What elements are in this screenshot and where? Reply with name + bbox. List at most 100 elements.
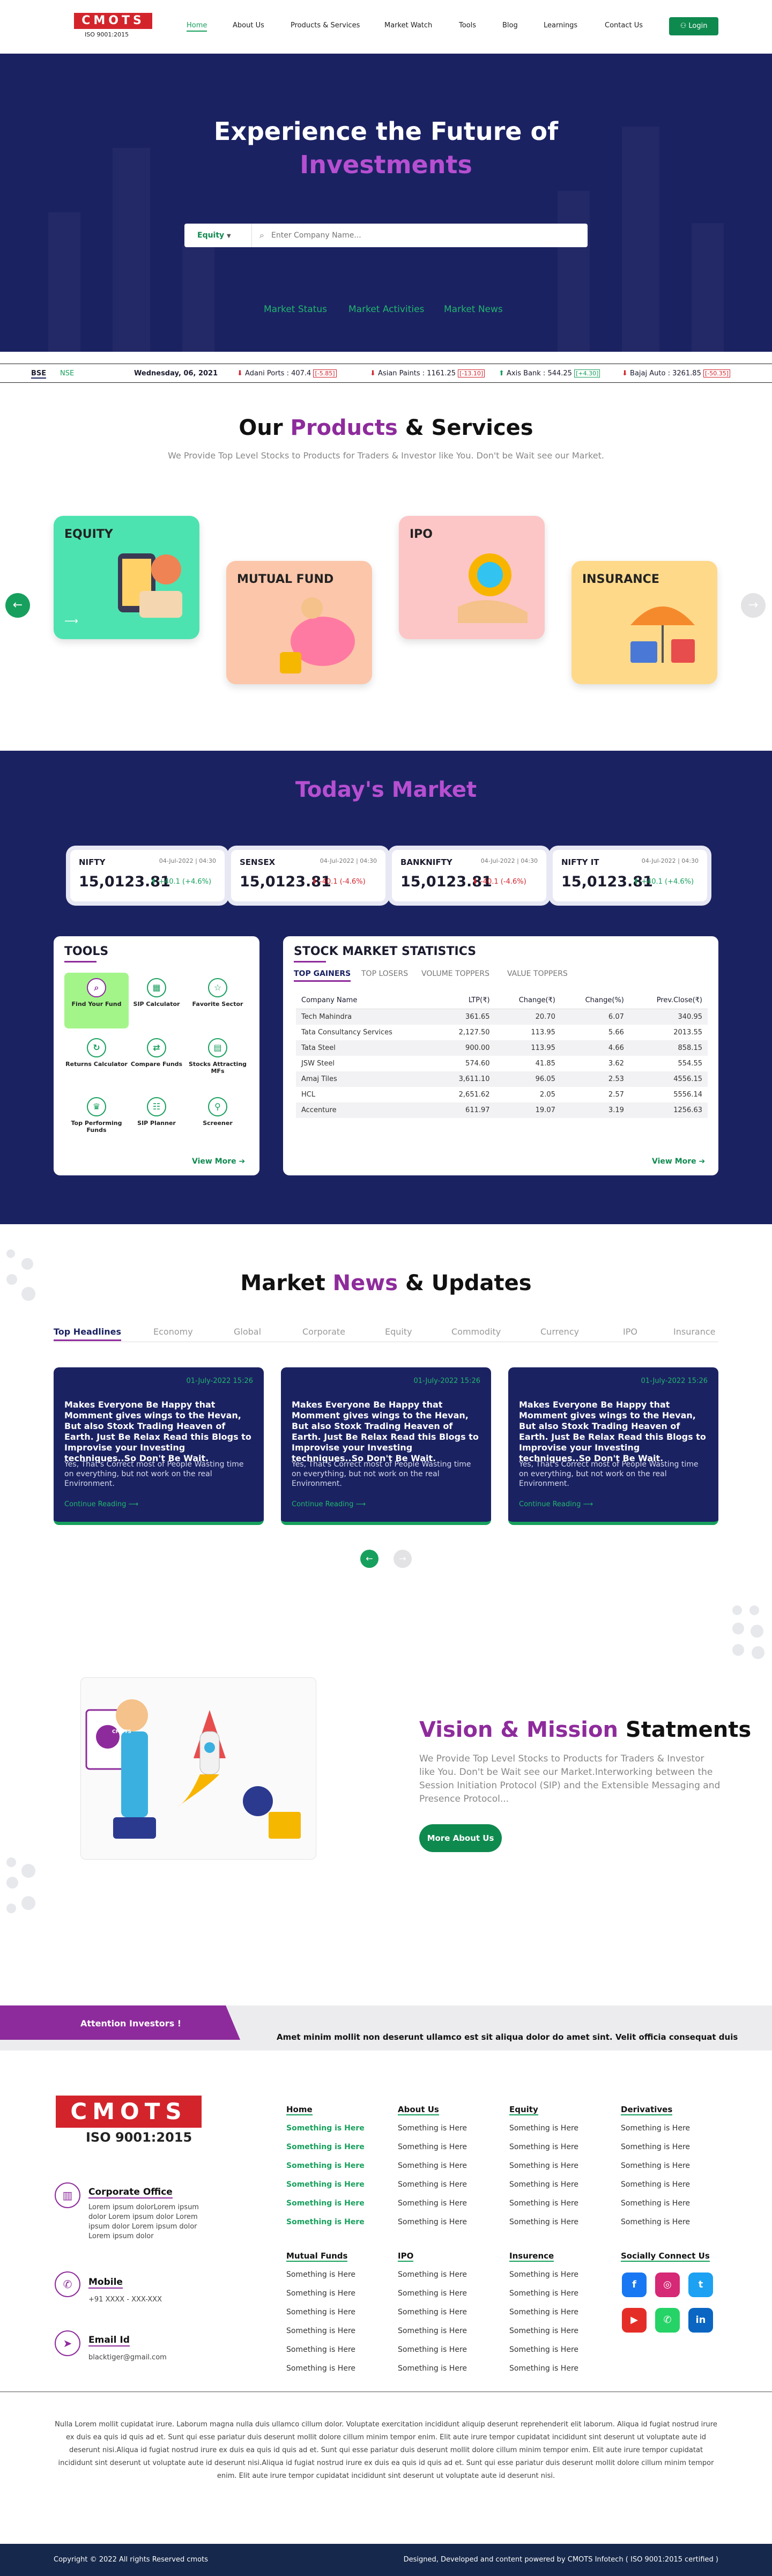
news-card[interactable]: 01-July-2022 15:26 Makes Everyone Be Hap… (54, 1367, 264, 1525)
brand-logo[interactable]: CMOTS (74, 13, 152, 29)
footer-link[interactable]: Something is Here (286, 2270, 355, 2279)
tool-favorite-sector[interactable]: ☆ Favorite Sector (185, 978, 250, 1008)
footer-link[interactable]: Something is Here (621, 2124, 690, 2133)
login-button[interactable]: ⚇ Login (669, 17, 718, 35)
footer-link[interactable]: Something is Here (398, 2289, 467, 2298)
news-next-button[interactable]: → (394, 1550, 412, 1568)
hero-tab-market-activities[interactable]: Market Activities (348, 304, 424, 315)
ticker-tab-nse[interactable]: NSE (60, 369, 74, 377)
footer-link[interactable]: Something is Here (509, 2345, 578, 2354)
nav-tools[interactable]: Tools (459, 21, 476, 29)
news-tab-economy[interactable]: Economy (153, 1327, 193, 1337)
nav-market-watch[interactable]: Market Watch (384, 21, 432, 29)
footer-link[interactable]: Something is Here (621, 2180, 690, 2189)
continue-reading-link[interactable]: Continue Reading ⟶ (292, 1500, 366, 1508)
news-card[interactable]: 01-July-2022 15:26 Makes Everyone Be Hap… (281, 1367, 491, 1525)
stats-tab-volume-toppers[interactable]: VOLUME TOPPERS (421, 969, 489, 978)
footer-link[interactable]: Something is Here (398, 2327, 467, 2335)
footer-link[interactable]: Something is Here (398, 2364, 467, 2373)
footer-link[interactable]: Something is Here (509, 2143, 578, 2151)
stats-tab-top-gainers[interactable]: TOP GAINERS (294, 969, 351, 982)
hero-tab-market-status[interactable]: Market Status (264, 304, 327, 315)
tools-view-more-link[interactable]: View More ➔ (192, 1157, 245, 1166)
news-prev-button[interactable]: ← (360, 1550, 378, 1568)
footer-link[interactable]: Something is Here (398, 2162, 467, 2170)
footer-link[interactable]: Something is Here (509, 2270, 578, 2279)
tool-compare-funds[interactable]: ⇄ Compare Funds (124, 1038, 189, 1068)
stats-tab-top-losers[interactable]: TOP LOSERS (361, 969, 408, 978)
footer-logo[interactable]: CMOTS (56, 2096, 202, 2128)
news-tab-insurance[interactable]: Insurance (673, 1327, 716, 1337)
nav-about-us[interactable]: About Us (233, 21, 264, 29)
tool-sip-planner[interactable]: ☷ SIP Planner (124, 1097, 189, 1127)
linkedin-icon[interactable]: in (688, 2308, 713, 2333)
company-search-input[interactable] (271, 227, 577, 244)
tool-screener[interactable]: ⚲ Screener (185, 1097, 250, 1127)
footer-link[interactable]: Something is Here (621, 2162, 690, 2170)
tool-sip-calculator[interactable]: ▦ SIP Calculator (124, 978, 189, 1008)
footer-link[interactable]: Something is Here (286, 2327, 355, 2335)
footer-link[interactable]: Something is Here (286, 2199, 365, 2208)
nav-contact-us[interactable]: Contact Us (605, 21, 643, 29)
footer-link[interactable]: Something is Here (398, 2180, 467, 2189)
facebook-icon[interactable]: f (622, 2272, 647, 2297)
nav-products-services[interactable]: Products & Services (291, 21, 360, 29)
nav-blog[interactable]: Blog (502, 21, 518, 29)
instagram-icon[interactable]: ◎ (655, 2272, 680, 2297)
index-card-banknifty[interactable]: BANKNIFTY 04-Jul-2022 | 04:30 15,0123.81… (392, 850, 546, 901)
hero-tab-market-news[interactable]: Market News (444, 304, 503, 315)
footer-link[interactable]: Something is Here (398, 2199, 467, 2208)
footer-link[interactable]: Something is Here (509, 2180, 578, 2189)
footer-link[interactable]: Something is Here (286, 2289, 355, 2298)
footer-link[interactable]: Something is Here (398, 2143, 467, 2151)
tool-find-your-fund[interactable]: ⌕ Find Your Fund (64, 973, 129, 1028)
footer-link[interactable]: Something is Here (286, 2124, 365, 2133)
news-tab-top-headlines[interactable]: Top Headlines (54, 1327, 122, 1341)
footer-link[interactable]: Something is Here (286, 2364, 355, 2373)
news-tab-global[interactable]: Global (234, 1327, 261, 1337)
footer-link[interactable]: Something is Here (509, 2327, 578, 2335)
table-row[interactable]: Tata Consultancy Services 2,127.50 113.95 5… (296, 1025, 708, 1040)
tool-stocks-attracting-mfs[interactable]: ▤ Stocks Attracting MFs (185, 1038, 250, 1075)
nav-home[interactable]: Home (187, 21, 207, 32)
whatsapp-icon[interactable]: ✆ (655, 2308, 680, 2333)
tool-returns-calculator[interactable]: ↻ Returns Calculator (64, 1038, 129, 1068)
table-row[interactable]: Accenture 611.97 19.07 3.19 1256.63 (296, 1102, 708, 1118)
stats-view-more-link[interactable]: View More ➔ (652, 1157, 705, 1166)
footer-link[interactable]: Something is Here (286, 2308, 355, 2316)
footer-link[interactable]: Something is Here (509, 2289, 578, 2298)
news-card[interactable]: 01-July-2022 15:26 Makes Everyone Be Hap… (508, 1367, 718, 1525)
footer-link[interactable]: Something is Here (621, 2218, 690, 2226)
table-row[interactable]: HCL 2,651.62 2.05 2.57 5556.14 (296, 1087, 708, 1102)
footer-link[interactable]: Something is Here (509, 2162, 578, 2170)
search-type-select[interactable]: Equity ▼ (184, 224, 252, 247)
product-card-equity[interactable]: EQUITY ⟶ (54, 516, 199, 639)
news-tab-ipo[interactable]: IPO (623, 1327, 637, 1337)
twitter-icon[interactable]: t (688, 2272, 713, 2297)
table-row[interactable]: Tata Steel 900.00 113.95 4.66 858.15 (296, 1040, 708, 1056)
footer-link[interactable]: Something is Here (398, 2124, 467, 2133)
index-card-nifty-it[interactable]: NIFTY IT 04-Jul-2022 | 04:30 15,0123.81 … (553, 850, 707, 901)
table-row[interactable]: Tech Mahindra 361.65 20.70 6.07 340.95 (296, 1009, 708, 1025)
tool-top-performing-funds[interactable]: ♛ Top Performing Funds (64, 1097, 129, 1134)
continue-reading-link[interactable]: Continue Reading ⟶ (519, 1500, 593, 1508)
index-card-sensex[interactable]: SENSEX 04-Jul-2022 | 04:30 15,0123.81 ⬇ … (231, 850, 385, 901)
footer-link[interactable]: Something is Here (398, 2218, 467, 2226)
news-tab-commodity[interactable]: Commodity (451, 1327, 501, 1337)
footer-link[interactable]: Something is Here (509, 2364, 578, 2373)
table-row[interactable]: JSW Steel 574.60 41.85 3.62 554.55 (296, 1056, 708, 1071)
continue-reading-link[interactable]: Continue Reading ⟶ (64, 1500, 138, 1508)
footer-link[interactable]: Something is Here (509, 2124, 578, 2133)
news-tab-corporate[interactable]: Corporate (302, 1327, 345, 1337)
product-card-ipo[interactable]: IPO (399, 516, 545, 639)
footer-link[interactable]: Something is Here (509, 2308, 578, 2316)
footer-link[interactable]: Something is Here (621, 2143, 690, 2151)
index-card-nifty[interactable]: NIFTY 04-Jul-2022 | 04:30 15,0123.81 ⬆ +… (70, 850, 225, 901)
footer-link[interactable]: Something is Here (621, 2199, 690, 2208)
footer-link[interactable]: Something is Here (286, 2345, 355, 2354)
more-about-us-button[interactable]: More About Us (419, 1824, 502, 1852)
footer-link[interactable]: Something is Here (398, 2345, 467, 2354)
table-row[interactable]: Amaj Tiles 3,611.10 96.05 2.53 4556.15 (296, 1071, 708, 1087)
footer-link[interactable]: Something is Here (509, 2199, 578, 2208)
stats-tab-value-toppers[interactable]: VALUE TOPPERS (507, 969, 568, 978)
